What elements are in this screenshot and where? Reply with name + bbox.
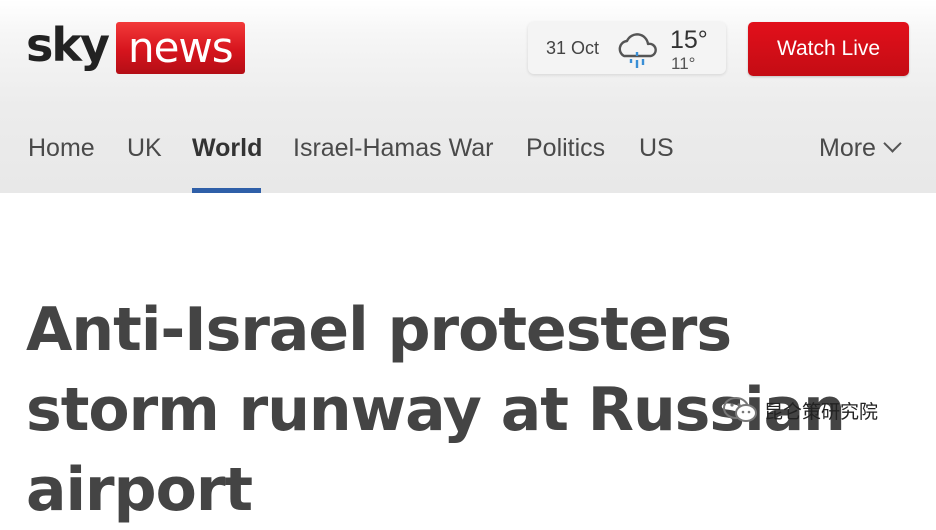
site-header: sky news 31 Oct 15° 11° Watch Live Home … <box>0 0 936 193</box>
active-tab-indicator <box>192 188 261 193</box>
weather-low-temp: 11° <box>671 54 696 73</box>
nav-item-uk[interactable]: UK <box>127 134 162 163</box>
main-nav: Home UK World Israel-Hamas War Politics … <box>0 134 936 164</box>
nav-item-israel-hamas-war[interactable]: Israel-Hamas War <box>293 134 494 163</box>
watermark-text: 昆仑策研究院 <box>764 400 879 423</box>
nav-more-button[interactable]: More <box>819 134 902 163</box>
sky-news-logo[interactable]: sky news <box>26 22 245 74</box>
rain-cloud-icon <box>618 33 657 68</box>
wechat-icon <box>723 397 757 422</box>
weather-widget[interactable]: 31 Oct 15° 11° <box>528 22 726 74</box>
nav-item-home[interactable]: Home <box>28 134 95 163</box>
nav-item-politics[interactable]: Politics <box>526 134 605 163</box>
chevron-down-icon <box>883 134 902 153</box>
watch-live-button[interactable]: Watch Live <box>748 22 909 76</box>
weather-date: 31 Oct <box>546 38 600 58</box>
nav-more-label: More <box>819 134 876 162</box>
nav-item-us[interactable]: US <box>639 134 674 163</box>
nav-item-world[interactable]: World <box>192 134 262 163</box>
watermark: 昆仑策研究院 <box>722 396 878 424</box>
logo-sky-text: sky <box>26 18 110 72</box>
weather-high-temp: 15° <box>670 26 708 54</box>
logo-news-text: news <box>115 22 245 74</box>
